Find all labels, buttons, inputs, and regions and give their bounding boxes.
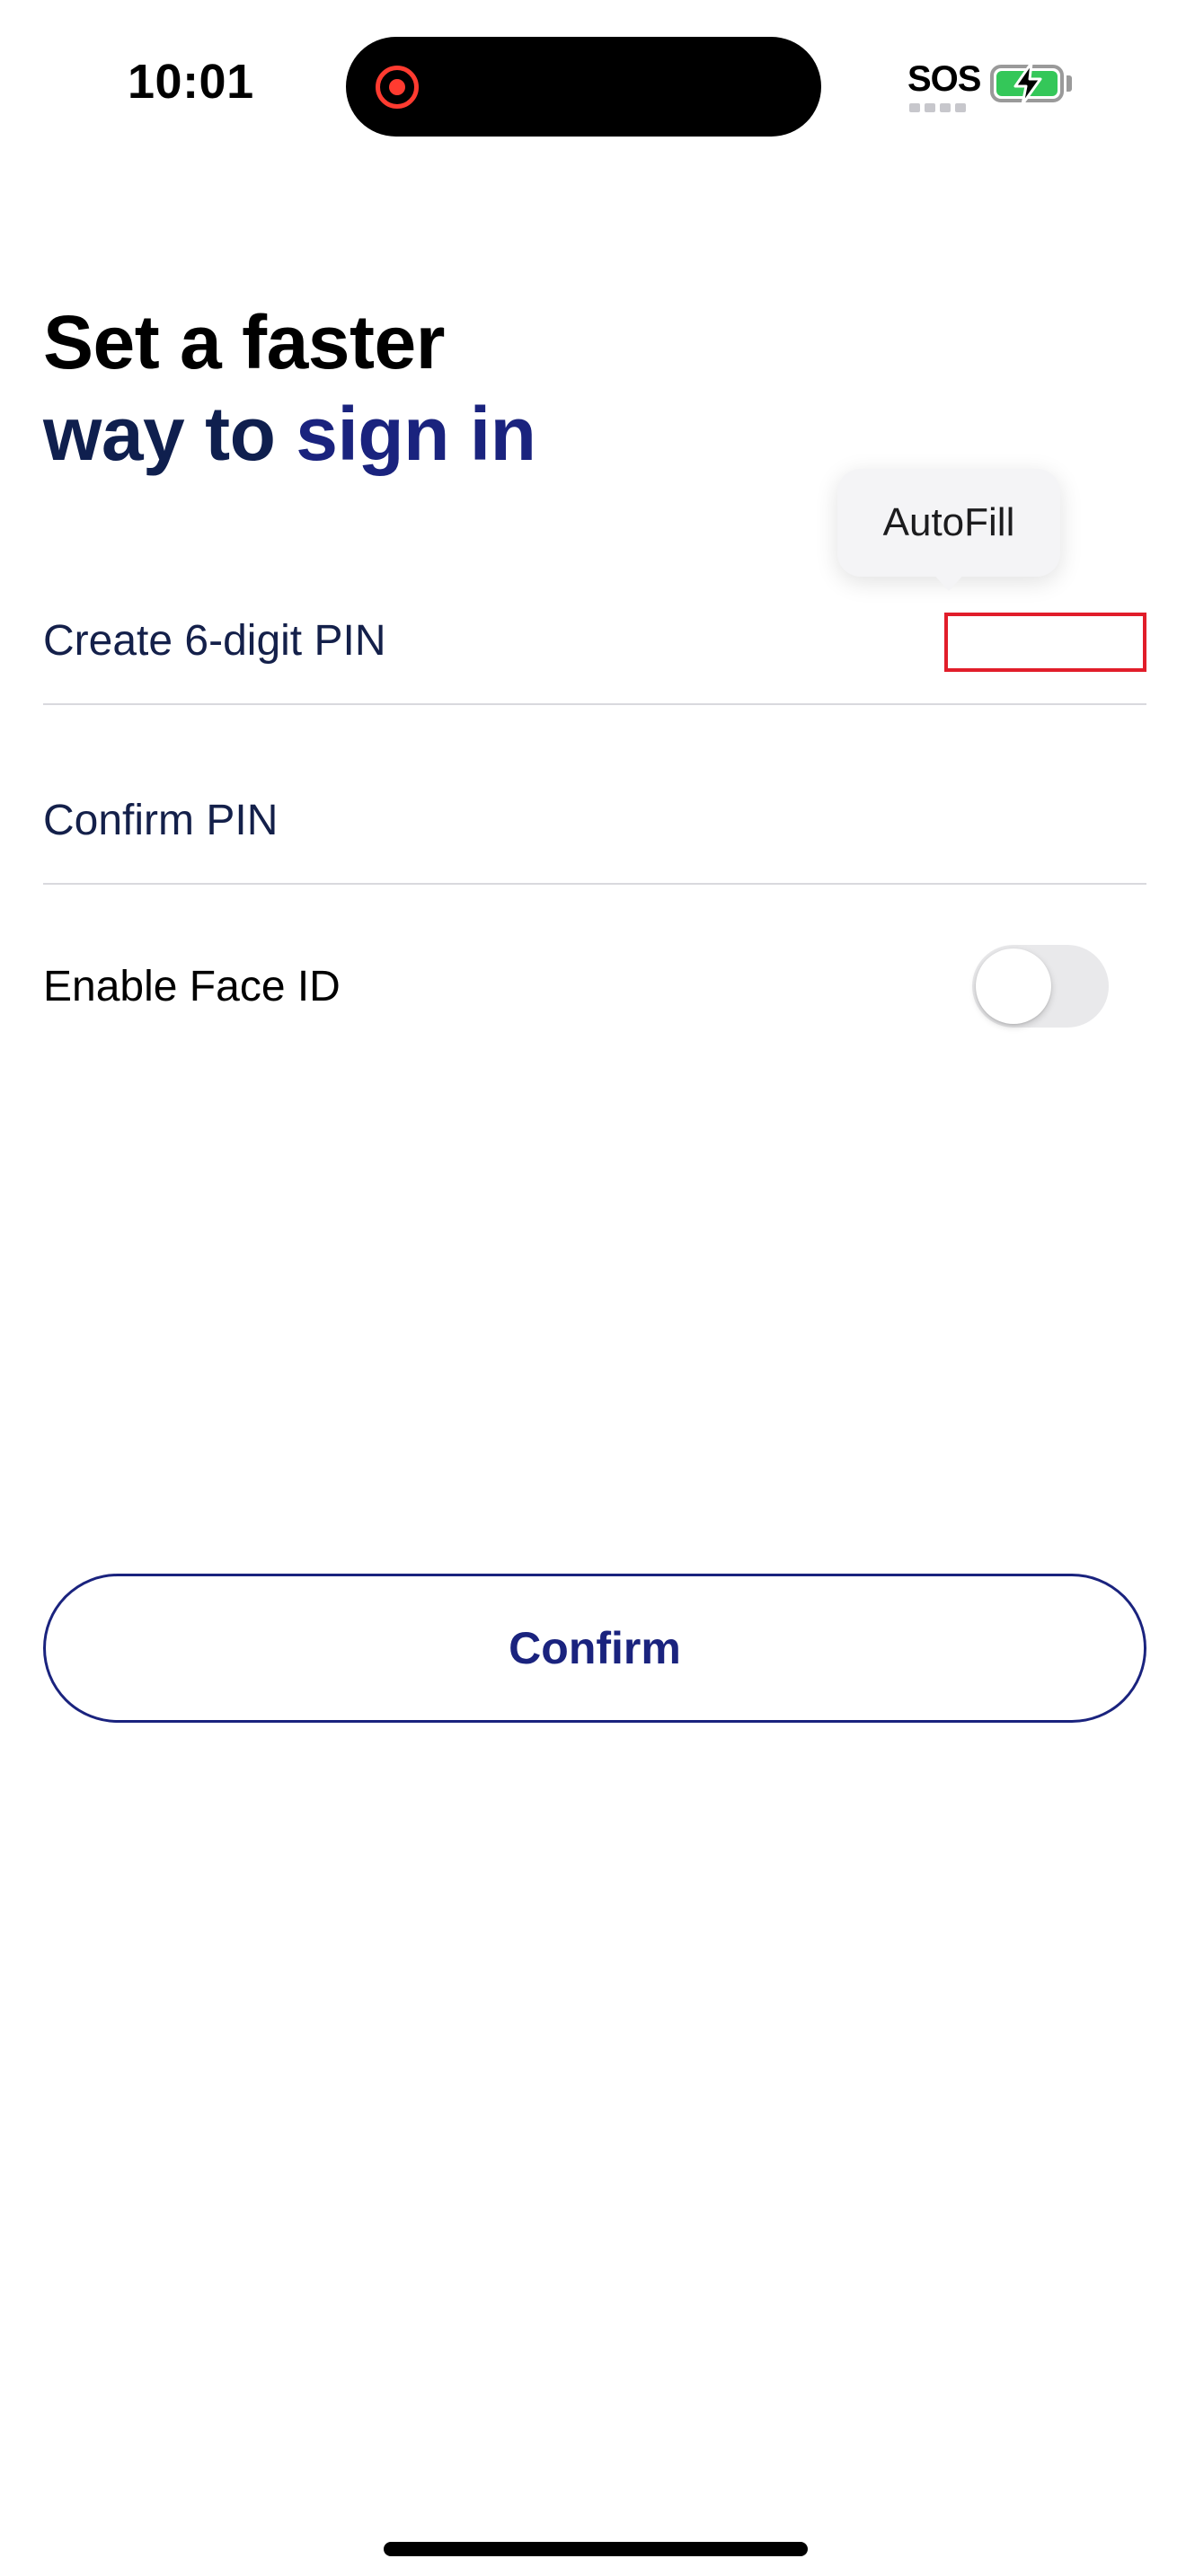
signal-dots-icon: [909, 101, 970, 112]
confirm-pin-input[interactable]: [629, 781, 1146, 862]
screen-recording-icon: [376, 66, 419, 109]
autofill-button[interactable]: AutoFill: [837, 469, 1060, 577]
battery-tip: [1067, 75, 1072, 92]
home-indicator[interactable]: [384, 2542, 808, 2556]
confirm-pin-label: Confirm PIN: [43, 797, 279, 844]
page-title-line2-emphasis: sign in: [296, 392, 536, 476]
page-title-line2-prefix: way to: [43, 392, 296, 476]
face-id-toggle[interactable]: [972, 945, 1109, 1028]
create-pin-label: Create 6-digit PIN: [43, 617, 386, 665]
page-title-line1: Set a faster: [43, 300, 445, 384]
autofill-pointer: [931, 571, 967, 591]
confirm-button[interactable]: Confirm: [43, 1574, 1146, 1723]
page-title-line2: way to sign in: [43, 388, 536, 480]
dynamic-island: [346, 37, 821, 137]
face-id-label: Enable Face ID: [43, 963, 341, 1010]
toggle-knob: [976, 948, 1051, 1024]
status-time: 10:01: [128, 55, 254, 109]
divider: [43, 883, 1146, 885]
page-title: Set a faster way to sign in: [43, 296, 536, 480]
charging-bolt-icon: [1013, 61, 1042, 106]
sos-indicator: SOS: [907, 59, 981, 99]
divider: [43, 703, 1146, 705]
create-pin-input[interactable]: [944, 613, 1146, 672]
